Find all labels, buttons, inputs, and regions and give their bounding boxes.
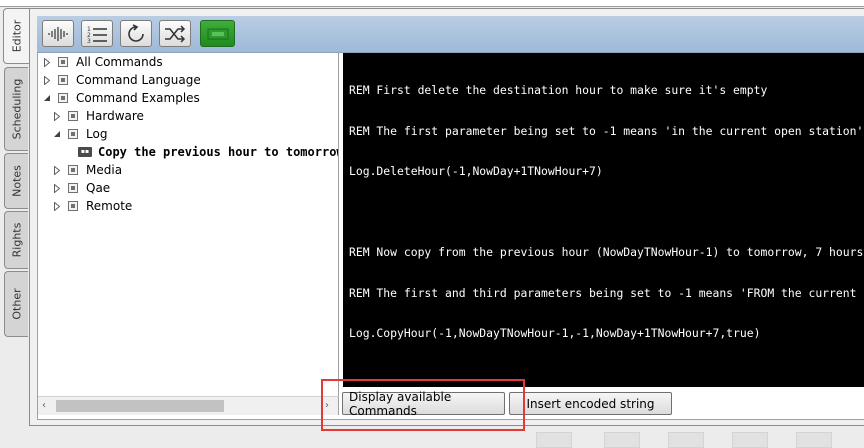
code-line: REM The first and third parameters being… [349, 285, 864, 300]
tab-scheduling-label: Scheduling [10, 78, 23, 140]
expand-triangle-icon[interactable] [52, 111, 62, 121]
nav-last-button[interactable] [796, 432, 832, 448]
code-line: REM First delete the destination hour to… [349, 83, 768, 97]
command-folder-icon [68, 111, 78, 121]
tree-item-hardware[interactable]: Hardware [52, 107, 144, 125]
tab-rights-label: Rights [10, 222, 23, 258]
tree-item-log[interactable]: Log [52, 125, 107, 143]
scrollbar-thumb[interactable] [56, 400, 224, 412]
tree-item-label: Log [86, 127, 108, 141]
tree-item-copy-previous-hour[interactable]: ▪▪ Copy the previous hour to tomorrow [78, 143, 339, 161]
command-folder-icon [68, 201, 78, 211]
tab-other-label: Other [10, 288, 23, 320]
script-icon: ▪▪ [78, 147, 92, 157]
command-folder-icon [68, 183, 78, 193]
refresh-icon [128, 23, 144, 42]
tab-editor[interactable]: Editor [3, 8, 30, 64]
code-line: Log.CopyHour(-1,NowDayTNowHour-1,-1,NowD… [349, 326, 761, 340]
tab-scheduling[interactable]: Scheduling [4, 67, 28, 151]
tab-rights[interactable]: Rights [4, 211, 28, 269]
tree-item-qae[interactable]: Qae [52, 179, 110, 197]
shuffle-button[interactable] [159, 20, 191, 47]
tree-item-label: Copy the previous hour to tomorrow [98, 145, 339, 159]
tree-item-label: Media [86, 163, 123, 177]
expand-triangle-icon[interactable] [42, 75, 52, 85]
numbered-list-button[interactable]: 123 [81, 20, 113, 47]
tree-item-label: Command Language [76, 73, 201, 87]
tree-item-media[interactable]: Media [52, 161, 122, 179]
tree-item-command-language[interactable]: Command Language [42, 71, 201, 89]
nav-play-button[interactable] [668, 432, 704, 448]
refresh-button[interactable] [120, 20, 152, 47]
code-line: REM Now copy from the previous hour (Now… [349, 245, 864, 259]
tab-editor-label: Editor [10, 19, 24, 53]
green-block-icon [207, 28, 228, 39]
tab-notes-label: Notes [10, 165, 23, 197]
svg-text:3: 3 [87, 38, 91, 43]
window-top-edge [0, 0, 864, 7]
code-line: REM The first parameter being set to -1 … [349, 123, 864, 138]
tree-item-label: All Commands [76, 55, 163, 69]
numbered-list-icon: 123 [87, 26, 107, 43]
tree-item-command-examples[interactable]: Command Examples [42, 89, 200, 107]
tab-notes[interactable]: Notes [4, 153, 28, 209]
toolbar: 123 [37, 16, 864, 53]
code-line: Log.DeleteHour(-1,NowDay+1TNowHour+7) [349, 164, 603, 178]
highlight-box [321, 379, 525, 431]
nav-first-button[interactable] [536, 432, 572, 448]
expand-triangle-icon[interactable] [52, 201, 62, 211]
shuffle-icon [165, 24, 186, 43]
nav-next-button[interactable] [732, 432, 768, 448]
tree-item-remote[interactable]: Remote [52, 197, 132, 215]
tree-item-label: Qae [86, 181, 111, 195]
command-tree[interactable]: All Commands Command Language Command Ex… [38, 53, 339, 396]
expand-triangle-icon[interactable] [52, 165, 62, 175]
script-editor[interactable]: REM First delete the destination hour to… [343, 53, 864, 387]
command-folder-icon [58, 57, 68, 67]
tree-item-label: Remote [86, 199, 133, 213]
waveform-button[interactable] [42, 20, 74, 47]
green-action-button[interactable] [200, 20, 235, 47]
collapse-triangle-icon[interactable] [52, 129, 62, 139]
tree-item-label: Hardware [86, 109, 144, 123]
tree-item-label: Command Examples [76, 91, 200, 105]
expand-triangle-icon[interactable] [42, 57, 52, 67]
waveform-icon [48, 26, 68, 41]
command-folder-icon [68, 129, 78, 139]
tree-horizontal-scrollbar[interactable]: ‹ › [38, 396, 339, 415]
expand-triangle-icon[interactable] [52, 183, 62, 193]
tab-other[interactable]: Other [4, 271, 28, 337]
tree-item-all-commands[interactable]: All Commands [42, 53, 163, 71]
insert-encoded-string-button[interactable]: Insert encoded string [509, 392, 672, 415]
command-folder-icon [68, 165, 78, 175]
command-folder-icon [58, 75, 68, 85]
collapse-triangle-icon[interactable] [42, 93, 52, 103]
command-folder-icon [58, 93, 68, 103]
nav-previous-button[interactable] [604, 432, 640, 448]
scroll-left-arrow-icon[interactable]: ‹ [42, 400, 46, 411]
